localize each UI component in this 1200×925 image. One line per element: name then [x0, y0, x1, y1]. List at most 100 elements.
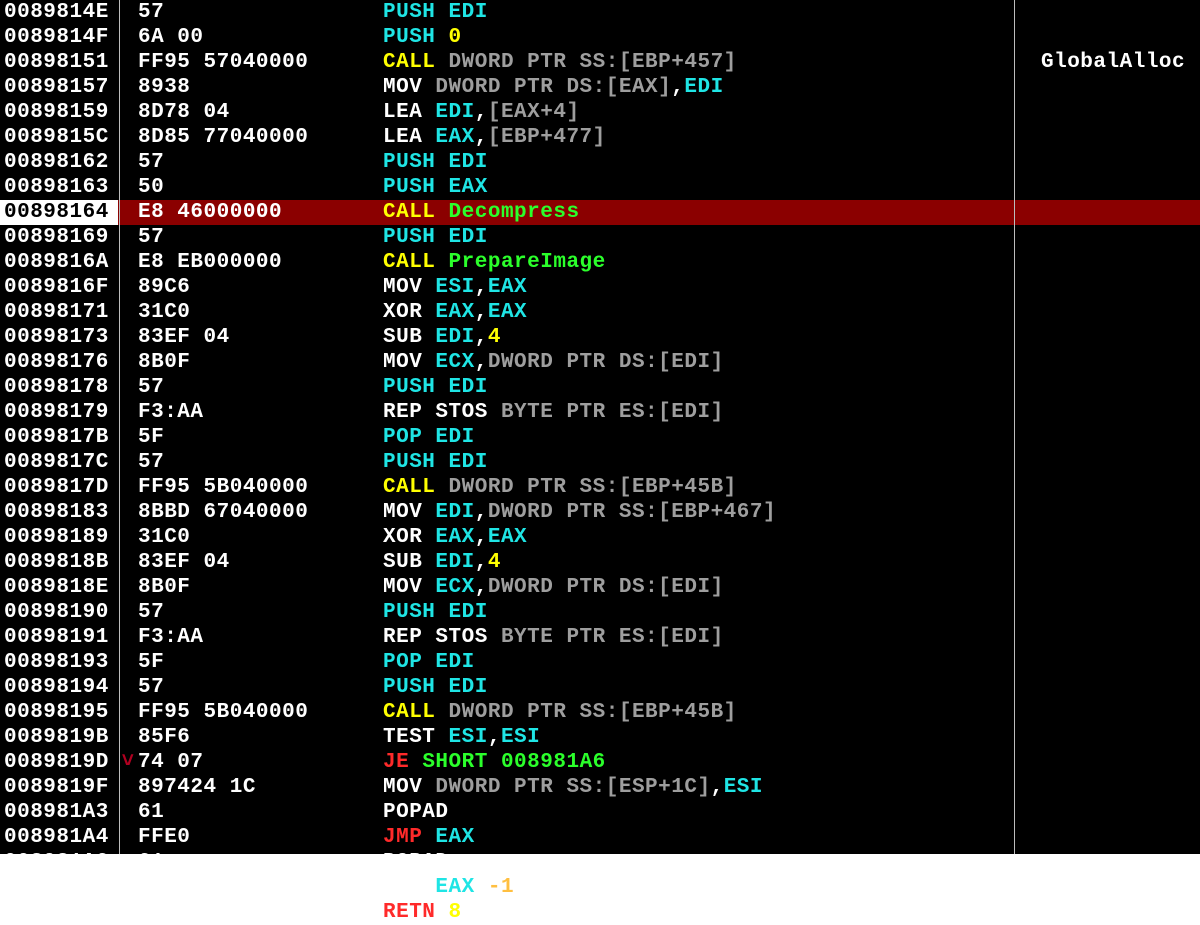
disasm-row[interactable]: 0089819F897424 1CMOV DWORD PTR SS:[ESP+1…	[0, 775, 1200, 800]
token: EDI	[435, 101, 474, 124]
comment	[1013, 800, 1041, 825]
token: ESI	[724, 776, 763, 799]
token: EAX	[435, 301, 474, 324]
disassembly-pane[interactable]: 0089814E57PUSH EDI0089814F6A 00PUSH 0008…	[0, 0, 1200, 854]
token	[422, 651, 435, 674]
instruction: TEST ESI,ESI	[383, 725, 1013, 750]
token: ,	[475, 526, 488, 549]
disasm-row[interactable]: 008981768B0FMOV ECX,DWORD PTR DS:[EDI]	[0, 350, 1200, 375]
disasm-row[interactable]: 0089818B83EF 04SUB EDI,4	[0, 550, 1200, 575]
disasm-row[interactable]: 0089817B5FPOP EDI	[0, 425, 1200, 450]
token: EDI	[435, 651, 474, 674]
address: 00898194	[0, 675, 118, 700]
disasm-row[interactable]: 008981ACC2 0800RETN 8	[0, 900, 1200, 925]
token: DWORD PTR DS:[EDI]	[488, 576, 724, 599]
disasm-row[interactable]: 0089819457PUSH EDI	[0, 675, 1200, 700]
hex-bytes: 57	[138, 600, 383, 625]
token: ,	[475, 576, 488, 599]
jump-gutter-icon	[118, 400, 138, 425]
disasm-row[interactable]: 008981578938MOV DWORD PTR DS:[EAX],EDI	[0, 75, 1200, 100]
disasm-row[interactable]: 00898179F3:AAREP STOS BYTE PTR ES:[EDI]	[0, 400, 1200, 425]
disasm-row[interactable]: 0089817131C0XOR EAX,EAX	[0, 300, 1200, 325]
disasm-row[interactable]: 00898195FF95 5B040000CALL DWORD PTR SS:[…	[0, 700, 1200, 725]
comment	[1013, 750, 1041, 775]
token: EAX	[435, 826, 474, 849]
disasm-row[interactable]: 008981A7B8 FFFFFFFFMOV EAX,-1	[0, 875, 1200, 900]
token	[435, 476, 448, 499]
address: 0089819D	[0, 750, 118, 775]
hex-bytes: 89C6	[138, 275, 383, 300]
disasm-row[interactable]: 0089816957PUSH EDI	[0, 225, 1200, 250]
disasm-row[interactable]: 00898151FF95 57040000CALL DWORD PTR SS:[…	[0, 50, 1200, 75]
disasm-row[interactable]: 008981935FPOP EDI	[0, 650, 1200, 675]
token	[422, 326, 435, 349]
disasm-row[interactable]: 0089817C57PUSH EDI	[0, 450, 1200, 475]
disasm-row[interactable]: 0089817383EF 04SUB EDI,4	[0, 325, 1200, 350]
disasm-row[interactable]: 0089816F89C6MOV ESI,EAX	[0, 275, 1200, 300]
address: 00898193	[0, 650, 118, 675]
hex-bytes: 61	[138, 800, 383, 825]
token: EDI	[449, 451, 488, 474]
token: DWORD PTR SS:[EBP+457]	[449, 51, 737, 74]
disasm-row[interactable]: 008981838BBD 67040000MOV EDI,DWORD PTR S…	[0, 500, 1200, 525]
token: ,	[475, 326, 488, 349]
token: PUSH	[383, 676, 435, 699]
disasm-row[interactable]: 00898191F3:AAREP STOS BYTE PTR ES:[EDI]	[0, 625, 1200, 650]
disasm-row[interactable]: 0089818931C0XOR EAX,EAX	[0, 525, 1200, 550]
token: JE	[383, 751, 409, 774]
comment	[1013, 250, 1041, 275]
token: CALL	[383, 701, 435, 724]
instruction: MOV EDI,DWORD PTR SS:[EBP+467]	[383, 500, 1013, 525]
jump-gutter-icon	[118, 350, 138, 375]
disasm-row[interactable]: 0089819D˅74 07JE SHORT 008981A6	[0, 750, 1200, 775]
token: LEA	[383, 126, 422, 149]
jump-gutter-icon	[118, 775, 138, 800]
disasm-row[interactable]: 008981A4FFE0JMP EAX	[0, 825, 1200, 850]
hex-bytes: 83EF 04	[138, 325, 383, 350]
address: 00898171	[0, 300, 118, 325]
disasm-row[interactable]: 0089817857PUSH EDI	[0, 375, 1200, 400]
jump-gutter-icon	[118, 625, 138, 650]
hex-bytes: B8 FFFFFFFF	[138, 875, 383, 900]
token	[435, 1, 448, 24]
disasm-row[interactable]: 0089817DFF95 5B040000CALL DWORD PTR SS:[…	[0, 475, 1200, 500]
token: EDI	[449, 151, 488, 174]
disasm-row[interactable]: 0089819B85F6TEST ESI,ESI	[0, 725, 1200, 750]
hex-bytes: 83EF 04	[138, 550, 383, 575]
instruction: SUB EDI,4	[383, 550, 1013, 575]
address: 00898176	[0, 350, 118, 375]
disasm-row[interactable]: 008981598D78 04LEA EDI,[EAX+4]	[0, 100, 1200, 125]
disasm-row[interactable]: 0089814F6A 00PUSH 0	[0, 25, 1200, 50]
disasm-row[interactable]: 0089816257PUSH EDI	[0, 150, 1200, 175]
token: PUSH	[383, 376, 435, 399]
token	[422, 126, 435, 149]
hex-bytes: 8B0F	[138, 350, 383, 375]
jump-gutter-icon	[118, 50, 138, 75]
comment	[1013, 500, 1041, 525]
disasm-row[interactable]: 0089818E8B0FMOV ECX,DWORD PTR DS:[EDI]	[0, 575, 1200, 600]
token	[435, 151, 448, 174]
comment	[1013, 775, 1041, 800]
comment	[1013, 575, 1041, 600]
instruction: CALL Decompress	[383, 200, 1013, 225]
jump-gutter-icon	[118, 500, 138, 525]
disasm-row[interactable]: 0089816AE8 EB000000CALL PrepareImage	[0, 250, 1200, 275]
disasm-row[interactable]: 0089814E57PUSH EDI	[0, 0, 1200, 25]
address: 0089816F	[0, 275, 118, 300]
instruction: REP STOS BYTE PTR ES:[EDI]	[383, 400, 1013, 425]
hex-bytes: 8D78 04	[138, 100, 383, 125]
token	[435, 726, 448, 749]
disasm-row[interactable]: 0089819057PUSH EDI	[0, 600, 1200, 625]
hex-bytes: 8D85 77040000	[138, 125, 383, 150]
disasm-row[interactable]: 00898164E8 46000000CALL Decompress	[0, 200, 1200, 225]
disasm-row[interactable]: 0089815C8D85 77040000LEA EAX,[EBP+477]	[0, 125, 1200, 150]
disasm-row[interactable]: 008981A361POPAD	[0, 800, 1200, 825]
token	[435, 176, 448, 199]
token: MOV	[383, 76, 422, 99]
hex-bytes: 74 07	[138, 750, 383, 775]
comment	[1013, 550, 1041, 575]
address: 00898190	[0, 600, 118, 625]
comment	[1013, 75, 1041, 100]
disasm-row[interactable]: 0089816350PUSH EAX	[0, 175, 1200, 200]
comment	[1013, 450, 1041, 475]
